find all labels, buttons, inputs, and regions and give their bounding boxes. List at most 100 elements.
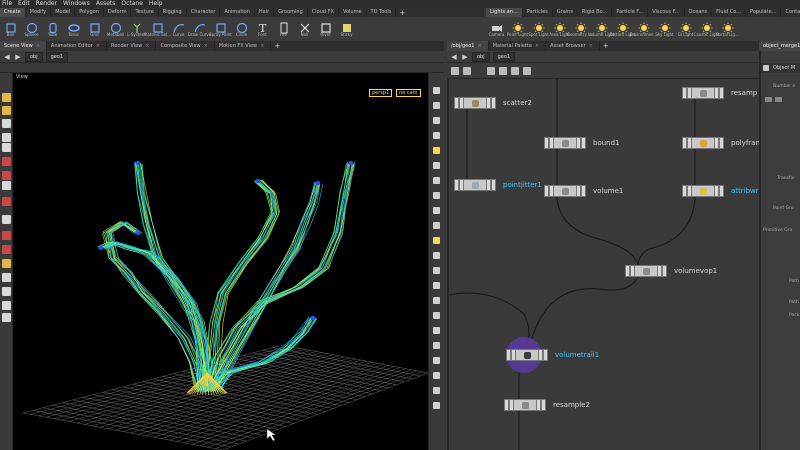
flipbook-icon[interactable]: [2, 301, 11, 310]
node-volume1[interactable]: [544, 185, 586, 197]
shelf-tool-camera[interactable]: Camera: [486, 17, 507, 39]
node-polyfran[interactable]: [682, 137, 724, 149]
lights-icon[interactable]: [433, 102, 440, 109]
close-icon[interactable]: ×: [204, 43, 208, 49]
node-resamp[interactable]: [682, 87, 724, 99]
shelf-tool-spot-light[interactable]: Spot Light: [528, 17, 549, 39]
node-body[interactable]: [554, 185, 576, 197]
node-body[interactable]: [554, 137, 576, 149]
node-body[interactable]: [692, 87, 714, 99]
points-icon[interactable]: [433, 192, 440, 199]
shelf-tab[interactable]: Animation: [220, 8, 255, 17]
shelf-tab[interactable]: Oceans: [685, 8, 713, 17]
node-body[interactable]: [692, 185, 714, 197]
node-flag-right[interactable]: [581, 185, 586, 197]
tab-parameters[interactable]: object_merge1: [759, 41, 800, 51]
shelf-tab[interactable]: Model: [51, 8, 76, 17]
shelf-tool-sky-light[interactable]: Sky Light: [654, 17, 675, 39]
handle-icon[interactable]: [2, 143, 11, 152]
handles-icon[interactable]: [433, 267, 440, 274]
capture-icon[interactable]: [2, 313, 11, 322]
pane-tab[interactable]: Scene View ×: [0, 41, 47, 51]
shelf-tab[interactable]: Deform: [104, 8, 132, 17]
pose-icon[interactable]: [2, 157, 11, 166]
close-icon[interactable]: ×: [36, 43, 40, 49]
shelf-tab[interactable]: Grains: [553, 8, 578, 17]
shelf-tab[interactable]: Particles: [523, 8, 553, 17]
node-volumevop1[interactable]: [625, 265, 667, 277]
node-body[interactable]: [464, 179, 486, 191]
shelf-tool-point-light[interactable]: Point Light: [507, 17, 528, 39]
node-bound1[interactable]: [544, 137, 586, 149]
shelf-tab[interactable]: Particle F...: [612, 8, 649, 17]
magnet-icon[interactable]: [2, 197, 11, 206]
shelf-tab[interactable]: Volume: [339, 8, 367, 17]
snap-icon[interactable]: [511, 67, 519, 75]
shelf-tab[interactable]: Polygon: [75, 8, 104, 17]
shelf-tool-file[interactable]: File: [273, 17, 294, 39]
safe-area-icon[interactable]: [433, 342, 440, 349]
shelf-tool-rivet[interactable]: Rivet: [315, 17, 336, 39]
node-body[interactable]: [464, 97, 486, 109]
node-flag-right[interactable]: [541, 399, 546, 411]
shelf-tab[interactable]: TD Tools: [367, 8, 397, 17]
object-icon[interactable]: [433, 162, 440, 169]
shading-icon[interactable]: [433, 117, 440, 124]
shelf-tool-torus[interactable]: Torus: [63, 17, 84, 39]
path-context[interactable]: obj: [472, 51, 490, 62]
shelf-tab[interactable]: Container: [781, 8, 800, 17]
pane-tab[interactable]: Material Palette ×: [489, 41, 547, 51]
shelf-tool-sphere[interactable]: Sphere: [21, 17, 42, 39]
shelf-tool-platonic[interactable]: Platonic Sol...: [144, 17, 171, 39]
shelf-tab[interactable]: Hair: [255, 8, 275, 17]
geometry-icon[interactable]: [433, 177, 440, 184]
close-icon[interactable]: ×: [535, 43, 539, 49]
node-flag-right[interactable]: [543, 349, 548, 361]
tool-icon[interactable]: [2, 259, 11, 268]
node-pointjitter1[interactable]: [454, 179, 496, 191]
close-icon[interactable]: ×: [589, 43, 593, 49]
node-body[interactable]: [516, 349, 538, 361]
measure-icon[interactable]: [2, 287, 11, 296]
forward-arrow-icon[interactable]: ▶: [461, 53, 469, 61]
node-flag-right[interactable]: [719, 185, 724, 197]
shelf-tab[interactable]: Character: [187, 8, 221, 17]
shelf-tool-draw-curve[interactable]: Draw Curve: [188, 17, 211, 39]
node-volumetrail1[interactable]: [506, 349, 548, 361]
move-icon[interactable]: [2, 106, 11, 115]
add-pane-tab-icon[interactable]: +: [600, 42, 612, 50]
grid-icon[interactable]: [2, 273, 11, 282]
shelf-tab[interactable]: Populate...: [746, 8, 782, 17]
menu-octane[interactable]: Octane: [121, 0, 143, 8]
node-flag-right[interactable]: [662, 265, 667, 277]
pane-tab[interactable]: Animation Editor ×: [47, 41, 107, 51]
shelf-tool-tube[interactable]: Tube: [42, 17, 63, 39]
node-flag-right[interactable]: [719, 137, 724, 149]
shelf-tool-metaball[interactable]: Metaball: [105, 17, 126, 39]
close-icon[interactable]: ×: [145, 43, 149, 49]
shelf-tab[interactable]: Rigid Bo...: [578, 8, 613, 17]
3d-viewport[interactable]: [13, 73, 428, 450]
view-icon[interactable]: [2, 171, 11, 180]
select-icon[interactable]: [2, 93, 11, 102]
uv-icon[interactable]: [433, 282, 440, 289]
node-body[interactable]: [635, 265, 657, 277]
path-node[interactable]: geo1: [492, 51, 516, 62]
shelf-tab[interactable]: Rigging: [159, 8, 187, 17]
close-icon[interactable]: ×: [260, 43, 264, 49]
wireframe-icon[interactable]: [433, 222, 440, 229]
network-editor[interactable]: scatter2 pointjitter1 bound1 volume1 volumev…: [447, 79, 759, 450]
pane-tab[interactable]: Render View ×: [107, 41, 157, 51]
rotate-icon[interactable]: [2, 119, 11, 128]
node-resample2[interactable]: [504, 399, 546, 411]
node-body[interactable]: [514, 399, 536, 411]
menu-help[interactable]: Help: [149, 0, 163, 8]
visualize-icon[interactable]: [433, 387, 440, 394]
add-shelf-tab-icon[interactable]: +: [396, 9, 408, 17]
pane-tab[interactable]: Motion FX View ×: [215, 41, 272, 51]
menu-assets[interactable]: Assets: [96, 0, 116, 8]
shelf-tool-circle[interactable]: Circle: [231, 17, 252, 39]
pane-tab[interactable]: /obj/geo1 ×: [447, 41, 489, 51]
shelf-tool-font[interactable]: T Font: [252, 17, 273, 39]
shelf-tab[interactable]: Modify: [26, 8, 52, 17]
